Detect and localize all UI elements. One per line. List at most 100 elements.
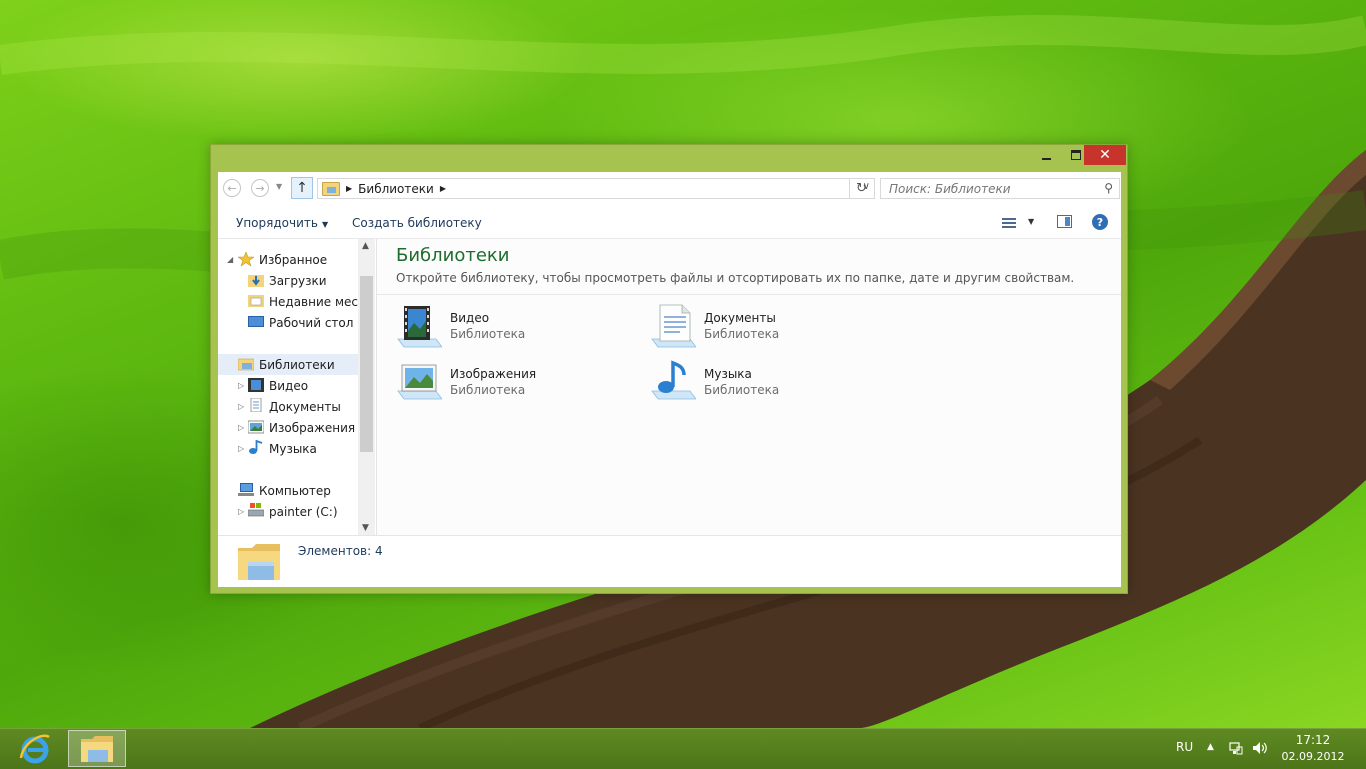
collapsed-arrow-icon[interactable]: ▷: [238, 444, 244, 453]
clock[interactable]: 17:12 02.09.2012: [1280, 733, 1346, 763]
breadcrumb-separator-icon[interactable]: ▶: [346, 184, 352, 193]
library-tile-music[interactable]: Музыка Библиотека: [650, 359, 880, 407]
chevron-down-icon: ▼: [276, 182, 283, 191]
help-icon: ?: [1096, 215, 1104, 229]
recent-locations-button[interactable]: ▼: [276, 182, 282, 191]
library-type: Библиотека: [450, 327, 526, 341]
forward-button[interactable]: →: [251, 179, 269, 197]
window-client: ← → ▼ ↑ ▶ Библиотеки ▶ ∨ ↻ Поиск: Библио…: [218, 172, 1121, 587]
show-hidden-icons-icon[interactable]: ▲: [1207, 742, 1214, 752]
nav-label: Компьютер: [259, 483, 331, 498]
breadcrumb-separator-icon[interactable]: ▶: [440, 184, 446, 193]
input-language[interactable]: RU: [1176, 740, 1193, 754]
search-icon: ⚲: [1104, 181, 1113, 195]
nav-item-documents[interactable]: ▷ Документы: [218, 396, 358, 417]
explorer-window[interactable]: ✕ ← → ▼ ↑ ▶ Библиотеки ▶ ∨ ↻ Поиск: Библ…: [210, 144, 1128, 594]
nav-libraries[interactable]: Библиотеки: [218, 354, 358, 375]
search-input[interactable]: Поиск: Библиотеки ⚲: [880, 178, 1120, 199]
nav-computer[interactable]: Компьютер: [218, 480, 358, 501]
library-name: Музыка: [704, 367, 752, 381]
library-type: Библиотека: [450, 383, 526, 397]
star-icon: [238, 252, 254, 266]
organize-button[interactable]: Упорядочить ▼: [236, 216, 328, 230]
library-tile-documents[interactable]: Документы Библиотека: [650, 303, 880, 351]
taskbar-file-explorer-button[interactable]: [68, 730, 126, 767]
page-description: Откройте библиотеку, чтобы просмотреть ф…: [396, 271, 1075, 285]
preview-pane-button[interactable]: [1057, 215, 1072, 228]
collapsed-arrow-icon[interactable]: ▷: [238, 507, 244, 516]
item-count: Элементов: 4: [298, 544, 383, 558]
nav-label: painter (C:): [269, 504, 338, 519]
refresh-button[interactable]: ↻: [849, 178, 873, 199]
arrow-right-icon: →: [255, 181, 265, 195]
downloads-icon: [248, 275, 264, 287]
nav-item-music[interactable]: ▷ Музыка: [218, 438, 358, 459]
divider: [377, 294, 1121, 295]
pictures-icon: [248, 420, 264, 434]
view-details-icon: [1002, 218, 1016, 228]
change-view-button[interactable]: [1002, 216, 1016, 230]
nav-item-downloads[interactable]: Загрузки: [218, 270, 358, 291]
library-name: Изображения: [450, 367, 537, 381]
command-bar: Упорядочить ▼ Создать библиотеку ▼ ?: [218, 210, 1121, 239]
recent-places-icon: [248, 295, 264, 307]
organize-label: Упорядочить: [236, 216, 318, 230]
libraries-folder-icon: [322, 181, 340, 196]
nav-label: Библиотеки: [259, 357, 335, 372]
nav-label: Недавние места: [269, 294, 373, 309]
taskbar: RU ▲ 17:12 02.09.2012: [0, 728, 1366, 769]
nav-label: Документы: [269, 399, 341, 414]
nav-label: Изображения: [269, 420, 356, 435]
library-tile-video[interactable]: Видео Библиотека: [396, 303, 626, 351]
nav-item-recent-places[interactable]: Недавние места: [218, 291, 372, 312]
address-bar[interactable]: ▶ Библиотеки ▶ ∨: [317, 178, 875, 199]
nav-item-desktop[interactable]: Рабочий стол: [218, 312, 358, 333]
collapsed-arrow-icon[interactable]: ▷: [238, 381, 244, 390]
music-icon: [249, 440, 263, 454]
volume-icon[interactable]: [1252, 741, 1268, 755]
hard-drive-icon: [248, 503, 264, 517]
up-button[interactable]: ↑: [291, 177, 313, 199]
nav-label: Музыка: [269, 441, 317, 456]
address-row: ← → ▼ ↑ ▶ Библиотеки ▶ ∨ ↻ Поиск: Библио…: [218, 176, 1121, 202]
documents-icon: [250, 398, 262, 412]
clock-time: 17:12: [1295, 733, 1331, 747]
nav-item-pictures[interactable]: ▷ Изображения: [218, 417, 358, 438]
documents-library-icon: [651, 304, 696, 348]
library-name: Документы: [704, 311, 776, 325]
internet-explorer-icon[interactable]: [18, 732, 52, 766]
arrow-left-icon: ←: [227, 181, 237, 195]
nav-item-video[interactable]: ▷ Видео: [218, 375, 358, 396]
close-button[interactable]: ✕: [1084, 145, 1126, 165]
help-button[interactable]: ?: [1092, 214, 1108, 230]
libraries-icon: [238, 358, 254, 371]
back-button[interactable]: ←: [223, 179, 241, 197]
scroll-up-icon[interactable]: ▲: [362, 241, 369, 251]
nav-favorites[interactable]: ◢ Избранное: [218, 249, 358, 270]
libraries-folder-icon: [238, 544, 280, 580]
video-icon: [248, 378, 264, 392]
library-name: Видео: [450, 311, 490, 325]
computer-icon: [238, 483, 254, 496]
nav-label: Видео: [269, 378, 309, 393]
library-tile-pictures[interactable]: Изображения Библиотека: [396, 359, 626, 407]
scroll-thumb[interactable]: [360, 276, 373, 452]
create-library-button[interactable]: Создать библиотеку: [352, 216, 482, 230]
video-library-icon: [397, 306, 442, 348]
expanded-arrow-icon[interactable]: ◢: [227, 255, 233, 264]
network-icon[interactable]: [1229, 741, 1243, 755]
scroll-down-icon[interactable]: ▼: [362, 523, 369, 533]
maximize-icon: [1070, 150, 1081, 160]
view-options-dropdown[interactable]: ▼: [1028, 217, 1034, 226]
collapsed-arrow-icon[interactable]: ▷: [238, 423, 244, 432]
desktop-icon: [248, 316, 264, 327]
minimize-button[interactable]: [1033, 145, 1060, 165]
breadcrumb-libraries[interactable]: Библиотеки: [358, 182, 434, 196]
nav-item-drive-c[interactable]: ▷ painter (C:): [218, 501, 358, 522]
file-explorer-icon: [81, 736, 113, 762]
minimize-icon: [1042, 158, 1051, 160]
details-pane: Элементов: 4: [218, 535, 1121, 588]
nav-scrollbar[interactable]: ▲ ▼: [358, 239, 375, 535]
collapsed-arrow-icon[interactable]: ▷: [238, 402, 244, 411]
arrow-up-icon: ↑: [296, 180, 308, 196]
